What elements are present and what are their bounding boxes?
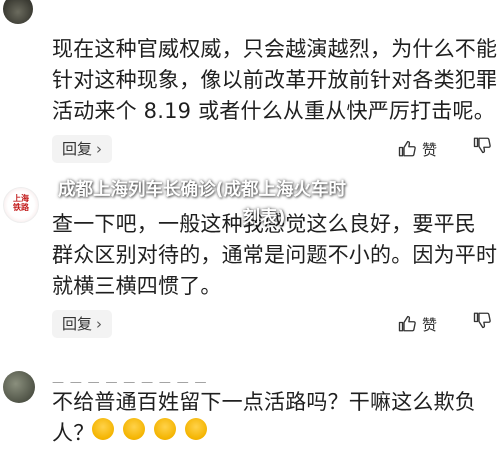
comment-line: 群众区别对待的，通常是问题不小的。因为平时 [52, 243, 498, 267]
crying-emoji-icon [92, 418, 114, 440]
dislike-button[interactable] [473, 136, 495, 162]
comment-line: 不给普通百姓留下一点活路吗？干嘛这么欺负 [52, 390, 476, 414]
reply-button[interactable]: 回复 › [52, 135, 113, 163]
crying-emoji-icon [154, 418, 176, 440]
crying-emoji-icon [123, 418, 145, 440]
avatar[interactable] [3, 0, 33, 24]
thumbs-down-icon [473, 137, 491, 154]
like-button[interactable]: 赞 [398, 136, 437, 162]
thumbs-up-icon [398, 140, 416, 157]
overlay-title-line: 刻表) [242, 208, 286, 228]
emoji-row [92, 418, 207, 440]
reply-label: 回复 [62, 315, 93, 333]
like-label: 赞 [422, 140, 438, 159]
avatar[interactable]: 上海铁路 [3, 187, 39, 223]
comment-line: 针对这种现象，像以前改革开放前针对各类犯罪 [52, 68, 498, 92]
chevron-right-icon: › [96, 315, 103, 333]
overlay-title-line: 成都上海列车长确诊(成都上海火车时 [58, 180, 346, 200]
comment-line: 活动来个 8.19 或者什么从重从快严厉打击呢。 [52, 99, 495, 123]
like-label: 赞 [422, 315, 438, 334]
overlay-title: 成都上海列车长确诊(成都上海火车时 刻表) [58, 176, 430, 232]
avatar[interactable] [3, 371, 35, 403]
dislike-button[interactable] [473, 311, 495, 337]
comment-line: 现在这种官威权威，只会越演越烈，为什么不能 [52, 37, 498, 61]
reply-button[interactable]: 回复 › [52, 310, 113, 338]
thumbs-down-icon [473, 312, 491, 329]
comment-text: 现在这种官威权威，只会越演越烈，为什么不能 针对这种现象，像以前改革开放前针对各… [52, 34, 497, 127]
reply-label: 回复 [62, 140, 93, 158]
crying-emoji-icon [185, 418, 207, 440]
comment-line: 就横三横四惯了。 [52, 274, 222, 298]
chevron-right-icon: › [96, 140, 103, 158]
thumbs-up-icon [398, 315, 416, 332]
avatar-seal: 上海铁路 [13, 193, 29, 212]
like-button[interactable]: 赞 [398, 311, 437, 337]
